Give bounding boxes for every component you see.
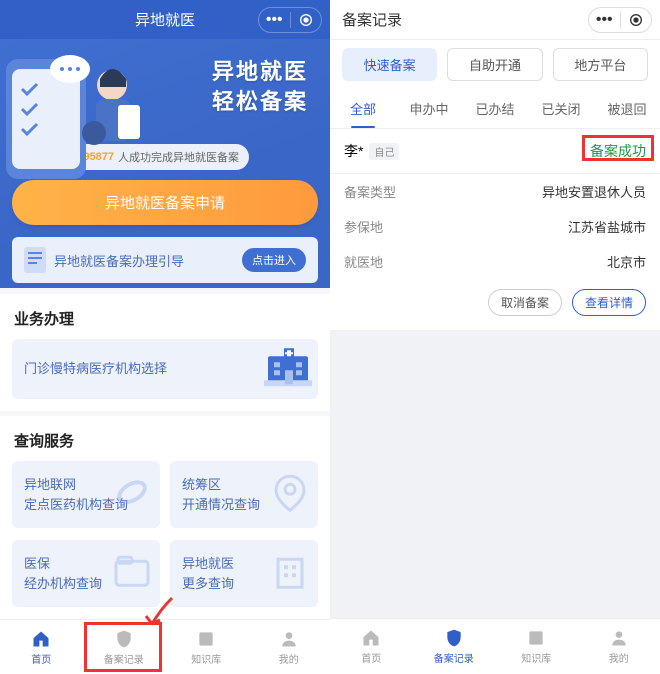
title-text: 备案记录 — [342, 9, 402, 30]
pill-local[interactable]: 地方平台 — [553, 48, 648, 81]
close-target-icon[interactable] — [621, 12, 652, 28]
row-value: 北京市 — [607, 252, 646, 271]
miniprogram-capsule[interactable]: ••• — [588, 7, 652, 33]
view-detail-button[interactable]: 查看详情 — [572, 289, 646, 316]
tab-home[interactable]: 首页 — [0, 620, 83, 674]
pill-icon — [112, 472, 152, 518]
shield-icon — [444, 628, 464, 648]
home-icon — [31, 629, 51, 649]
tab-mine[interactable]: 我的 — [578, 619, 660, 674]
tab-all[interactable]: 全部 — [330, 89, 396, 128]
row-label: 就医地 — [344, 252, 383, 271]
shield-icon — [114, 629, 134, 649]
record-name: 李* — [344, 141, 363, 161]
pill-tabs: 快速备案 自助开通 地方平台 — [330, 40, 660, 89]
left-screen: 异地就医 ••• 异地就医 轻松备案 � — [0, 0, 330, 674]
tab-records[interactable]: 备案记录 — [413, 619, 496, 674]
more-icon[interactable]: ••• — [589, 11, 620, 29]
hospital-icon — [264, 344, 312, 394]
guide-bar[interactable]: 异地就医备案办理引导 点击进入 — [12, 237, 318, 283]
tab-records[interactable]: 备案记录 — [83, 620, 166, 674]
tab-mine[interactable]: 我的 — [248, 620, 331, 674]
guide-text: 异地就医备案办理引导 — [54, 251, 184, 270]
more-icon[interactable]: ••• — [259, 11, 290, 29]
tab-returned[interactable]: 被退回 — [594, 89, 660, 128]
document-icon — [24, 247, 46, 273]
person-icon — [609, 628, 629, 648]
pill-self[interactable]: 自助开通 — [447, 48, 542, 81]
right-screen: 备案记录 ••• 快速备案 自助开通 地方平台 全部 申办中 已办结 已关闭 被… — [330, 0, 660, 674]
title-text: 异地就医 — [135, 9, 195, 30]
row-label: 参保地 — [344, 217, 383, 236]
titlebar-left: 异地就医 ••• — [0, 0, 330, 39]
tab-knowledge[interactable]: 知识库 — [165, 620, 248, 674]
record-status: 备案成功 — [590, 141, 646, 161]
tabbar-right: 首页 备案记录 知识库 我的 — [330, 618, 660, 674]
close-target-icon[interactable] — [291, 12, 322, 28]
tab-knowledge[interactable]: 知识库 — [495, 619, 578, 674]
location-icon — [270, 472, 310, 518]
home-icon — [361, 628, 381, 648]
row-value: 异地安置退休人员 — [542, 182, 646, 201]
miniprogram-capsule[interactable]: ••• — [258, 7, 322, 33]
row-value: 江苏省盐城市 — [568, 217, 646, 236]
hero-illustration — [0, 39, 150, 179]
self-badge: 自己 — [369, 143, 399, 160]
query-card-agency[interactable]: 医保 经办机构查询 — [12, 540, 160, 607]
book-icon — [526, 628, 546, 648]
section-biz-title: 业务办理 — [0, 294, 330, 339]
building-icon — [270, 551, 310, 597]
tab-processing[interactable]: 申办中 — [396, 89, 462, 128]
query-card-network[interactable]: 异地联网 定点医药机构查询 — [12, 461, 160, 528]
records-area: 李* 自己 备案成功 备案类型 异地安置退休人员 参保地 江苏省盐城市 就医地 北京市… — [330, 129, 660, 618]
row-label: 备案类型 — [344, 182, 396, 201]
titlebar-right: 备案记录 ••• — [330, 0, 660, 40]
tab-closed[interactable]: 已关闭 — [528, 89, 594, 128]
pill-quick[interactable]: 快速备案 — [342, 48, 437, 81]
query-card-more[interactable]: 异地就医 更多查询 — [170, 540, 318, 607]
biz-card-chronic[interactable]: 门诊慢特病医疗机构选择 — [12, 339, 318, 399]
hero-banner: 异地就医 轻松备案 🔊 已有 11595877 人成功完成异地就医备案 异地就医… — [0, 39, 330, 288]
apply-button[interactable]: 异地就医备案申请 — [12, 180, 318, 225]
section-query-title: 查询服务 — [0, 416, 330, 461]
person-icon — [279, 629, 299, 649]
tab-home[interactable]: 首页 — [330, 619, 413, 674]
tabbar-left: 首页 备案记录 知识库 我的 — [0, 619, 330, 674]
tab-done[interactable]: 已办结 — [462, 89, 528, 128]
book-icon — [196, 629, 216, 649]
guide-enter-button[interactable]: 点击进入 — [242, 248, 306, 272]
status-tabs: 全部 申办中 已办结 已关闭 被退回 — [330, 89, 660, 129]
folder-icon — [112, 551, 152, 597]
record-card[interactable]: 李* 自己 备案成功 备案类型 异地安置退休人员 参保地 江苏省盐城市 就医地 北京市… — [330, 129, 660, 330]
cancel-record-button[interactable]: 取消备案 — [488, 289, 562, 316]
query-card-region[interactable]: 统筹区 开通情况查询 — [170, 461, 318, 528]
